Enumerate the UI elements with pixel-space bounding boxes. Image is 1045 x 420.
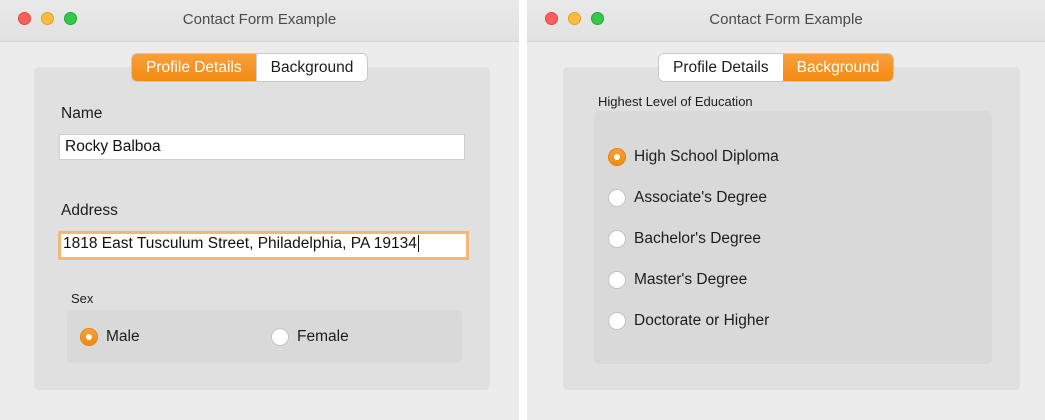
radio-button-icon [608,230,626,248]
option-label: High School Diploma [634,148,779,165]
address-value: 1818 East Tusculum Street, Philadelphia,… [63,235,417,252]
radio-male-label: Male [106,328,140,345]
radio-button-selected-icon [80,328,98,346]
window-background: Contact Form Example Profile Details Bac… [527,0,1045,420]
text-caret [417,235,419,253]
radio-button-icon [608,271,626,289]
education-label: Highest Level of Education [598,94,753,109]
window-profile-details: Contact Form Example Profile Details Bac… [0,0,519,420]
radio-doctorate-or-higher[interactable]: Doctorate or Higher [608,312,769,330]
name-field[interactable]: Rocky Balboa [59,134,465,160]
radio-button-selected-icon [608,148,626,166]
sex-label: Sex [71,291,94,306]
tab-switcher: Profile Details Background [659,54,894,81]
tab-switcher: Profile Details Background [132,54,368,81]
title-bar: Contact Form Example [527,0,1045,42]
radio-button-icon [608,189,626,207]
sex-radio-group: Male Female [67,310,462,363]
address-label: Address [61,202,118,219]
radio-bachelors-degree[interactable]: Bachelor's Degree [608,230,761,248]
radio-male[interactable]: Male [80,328,140,346]
tab-content-panel: Name Rocky Balboa Address 1818 East Tusc… [34,67,490,390]
tab-profile-details[interactable]: Profile Details [659,54,783,81]
radio-associates-degree[interactable]: Associate's Degree [608,189,767,207]
option-label: Bachelor's Degree [634,230,762,247]
radio-masters-degree[interactable]: Master's Degree [608,271,747,289]
window-title: Contact Form Example [182,11,337,28]
tab-background[interactable]: Background [255,54,368,81]
radio-female[interactable]: Female [271,328,349,346]
radio-button-icon [271,328,289,346]
radio-female-label: Female [297,328,349,345]
radio-button-icon [608,312,626,330]
window-title: Contact Form Example [709,11,863,28]
tab-background[interactable]: Background [782,54,894,81]
option-label: Master's Degree [634,271,748,288]
radio-high-school-diploma[interactable]: High School Diploma [608,148,779,166]
education-radio-group: High School Diploma Associate's Degree B… [594,111,992,364]
option-label: Associate's Degree [634,189,768,206]
title-bar: Contact Form Example [0,0,519,42]
option-label: Doctorate or Higher [634,312,770,329]
name-label: Name [61,105,103,122]
address-field[interactable]: 1818 East Tusculum Street, Philadelphia,… [58,231,469,260]
tab-content-panel: Highest Level of Education High School D… [563,67,1020,390]
tab-profile-details[interactable]: Profile Details [132,54,256,81]
